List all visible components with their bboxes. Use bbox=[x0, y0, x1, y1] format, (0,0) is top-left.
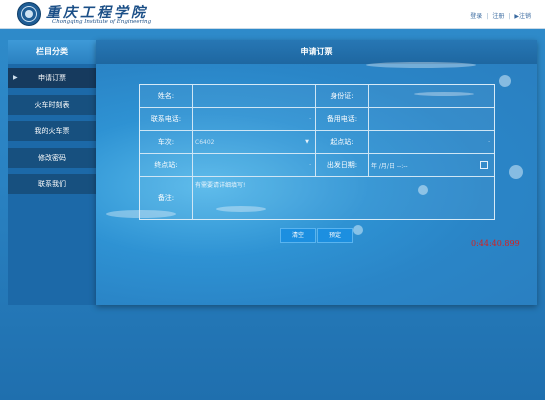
end-station-input[interactable] bbox=[195, 161, 310, 169]
main-panel: 申请订票 姓名: 身份证: 联系电话: · 备用电话: 车次: C6402 ▼ 起… bbox=[96, 40, 537, 305]
id-field[interactable] bbox=[368, 85, 494, 107]
train-value: C6402 bbox=[195, 138, 215, 146]
date-placeholder: 年 /月/日 --:-- bbox=[371, 162, 408, 170]
school-name-en: Chongqing Institute of Engineering bbox=[52, 19, 152, 25]
clear-button[interactable]: 清空 bbox=[280, 228, 316, 243]
logout-link[interactable]: ▶注销 bbox=[514, 13, 531, 20]
booking-form: 姓名: 身份证: 联系电话: · 备用电话: 车次: C6402 ▼ 起点站: ·… bbox=[139, 84, 495, 220]
chevron-down-icon: ▼ bbox=[305, 139, 309, 145]
id-label: 身份证: bbox=[316, 85, 369, 107]
sidebar-title: 栏目分类 bbox=[8, 40, 96, 64]
sidebar-item-label: 联系我们 bbox=[38, 180, 66, 188]
departure-date-field[interactable]: 年 /月/日 --:-- bbox=[368, 154, 494, 176]
bubble-decoration bbox=[509, 165, 523, 179]
sidebar-item-change-password[interactable]: 修改密码 bbox=[8, 148, 96, 168]
register-link[interactable]: 注册 bbox=[492, 13, 504, 20]
bubble-decoration bbox=[353, 225, 363, 235]
form-row: 车次: C6402 ▼ 起点站: · bbox=[140, 131, 494, 154]
form-row: 终点站: · 出发日期: 年 /月/日 --:-- bbox=[140, 154, 494, 177]
sidebar-item-timetable[interactable]: 火车时刻表 bbox=[8, 95, 96, 115]
sidebar-item-my-tickets[interactable]: 我的火车票 bbox=[8, 121, 96, 141]
sidebar-item-label: 我的火车票 bbox=[34, 127, 70, 135]
remark-text: 有需要请详细填写! bbox=[195, 182, 246, 189]
bubble-decoration bbox=[499, 75, 511, 87]
form-row: 备注: 有需要请详细填写! bbox=[140, 177, 494, 219]
page-title: 申请订票 bbox=[96, 40, 537, 64]
arrow-right-icon: ▶ bbox=[13, 74, 18, 81]
date-label: 出发日期: bbox=[316, 154, 369, 176]
start-station-input[interactable] bbox=[371, 138, 489, 146]
form-row: 联系电话: · 备用电话: bbox=[140, 108, 494, 131]
sidebar-item-label: 申请订票 bbox=[38, 74, 66, 82]
sidebar-item-contact[interactable]: 联系我们 bbox=[8, 174, 96, 194]
backup-phone-input[interactable] bbox=[371, 115, 494, 123]
elapsed-time-counter: 0:44:40.899 bbox=[471, 239, 520, 248]
phone-label: 联系电话: bbox=[140, 108, 193, 130]
sidebar-item-label: 火车时刻表 bbox=[34, 101, 70, 109]
phone-input[interactable] bbox=[195, 115, 310, 123]
name-field[interactable] bbox=[192, 85, 316, 107]
sidebar: 栏目分类 ▶ 申请订票 火车时刻表 我的火车票 修改密码 联系我们 bbox=[8, 40, 96, 305]
sidebar-item-apply-ticket[interactable]: ▶ 申请订票 bbox=[8, 68, 96, 88]
name-input[interactable] bbox=[195, 92, 315, 100]
submit-button[interactable]: 预定 bbox=[317, 228, 353, 243]
phone-field[interactable]: · bbox=[192, 108, 316, 130]
required-marker-icon: · bbox=[488, 138, 490, 146]
remark-textarea[interactable]: 有需要请详细填写! bbox=[192, 177, 494, 219]
top-links: 登录 | 注册 | ▶注销 bbox=[470, 13, 531, 20]
train-label: 车次: bbox=[140, 131, 193, 153]
backup-phone-label: 备用电话: bbox=[316, 108, 369, 130]
calendar-icon[interactable] bbox=[480, 160, 488, 169]
school-seal-logo bbox=[17, 2, 41, 26]
remark-label: 备注: bbox=[140, 177, 193, 219]
required-marker-icon: · bbox=[309, 161, 311, 169]
start-station-label: 起点站: bbox=[316, 131, 369, 153]
top-header: 重庆工程学院 Chongqing Institute of Engineerin… bbox=[0, 0, 545, 29]
end-station-label: 终点站: bbox=[140, 154, 193, 176]
login-link[interactable]: 登录 bbox=[470, 13, 482, 20]
start-station-field[interactable]: · bbox=[368, 131, 494, 153]
required-marker-icon: · bbox=[309, 115, 311, 123]
end-station-field[interactable]: · bbox=[192, 154, 316, 176]
train-select[interactable]: C6402 ▼ bbox=[192, 131, 316, 153]
name-label: 姓名: bbox=[140, 85, 193, 107]
backup-phone-field[interactable] bbox=[368, 108, 494, 130]
cloud-decoration bbox=[366, 62, 476, 68]
form-row: 姓名: 身份证: bbox=[140, 85, 494, 108]
id-input[interactable] bbox=[371, 92, 494, 100]
sidebar-item-label: 修改密码 bbox=[38, 154, 66, 162]
